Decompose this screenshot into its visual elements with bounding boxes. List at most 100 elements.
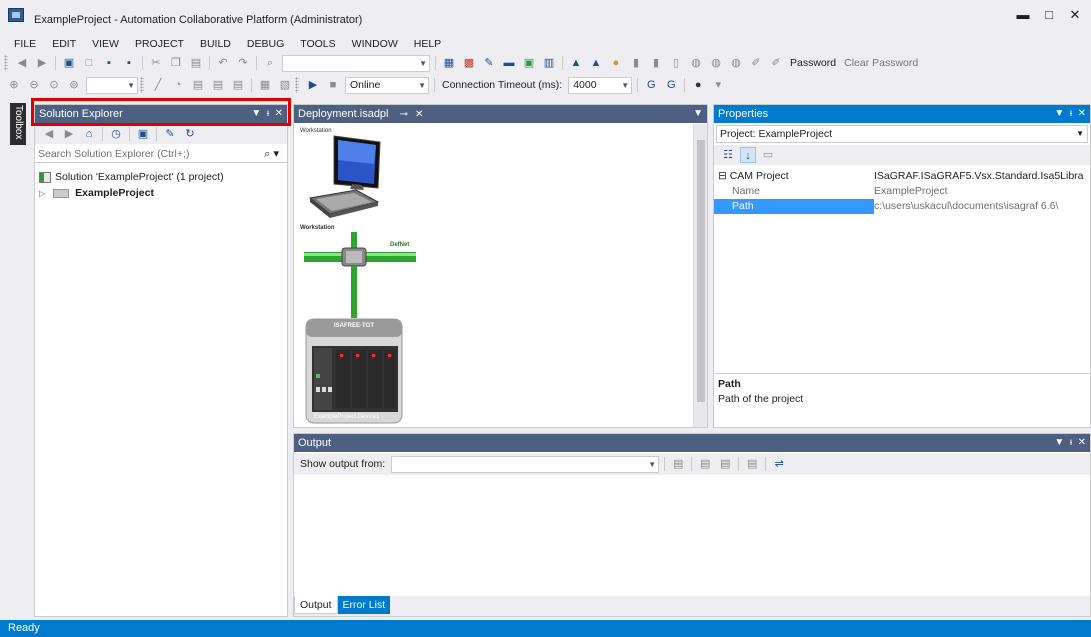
prev-message-icon[interactable]: ▤ <box>697 456 713 472</box>
menu-tools[interactable]: TOOLS <box>292 38 343 50</box>
device-icon[interactable]: ▬ <box>501 55 517 71</box>
scrollbar-thumb[interactable] <box>697 140 705 402</box>
cut-icon[interactable]: ✂ <box>148 55 164 71</box>
minimize-button[interactable]: ▬ <box>1011 5 1035 25</box>
pin-icon[interactable]: ᵻ <box>1070 108 1072 119</box>
menu-debug[interactable]: DEBUG <box>239 38 292 50</box>
word-wrap-icon[interactable]: ⇌ <box>771 456 787 472</box>
menu-help[interactable]: HELP <box>406 38 449 50</box>
property-pages-icon[interactable]: ▭ <box>760 147 776 163</box>
clear-password-button[interactable]: Clear Password <box>844 57 918 69</box>
save-icon[interactable]: ▪ <box>101 55 117 71</box>
alphabetical-icon[interactable]: ↓ <box>740 147 756 163</box>
tab-error-list[interactable]: Error List <box>337 596 391 614</box>
tree-item-solution[interactable]: Solution 'ExampleProject' (1 project) <box>39 171 224 183</box>
find-combo[interactable]: ▼ <box>282 54 430 72</box>
solution-search-input[interactable]: Search Solution Explorer (Ctrl+;) ⌕ ▾ <box>35 145 287 163</box>
tab-output[interactable]: Output <box>294 596 338 614</box>
deployment-tab[interactable]: Deployment.isadpl ⊸ ✕ ▼ <box>294 105 707 123</box>
forward-icon[interactable]: ▶ <box>61 126 77 142</box>
back-icon[interactable]: ◀ <box>41 126 57 142</box>
add-item-icon[interactable]: □ <box>81 55 97 71</box>
deploy-icon[interactable]: ▲ <box>568 55 584 71</box>
chevron-down-icon[interactable]: ▾ <box>710 77 726 93</box>
save-all-icon[interactable]: ▪ <box>121 55 137 71</box>
align-left-icon[interactable]: ▤ <box>190 77 206 93</box>
menu-file[interactable]: FILE <box>6 38 44 50</box>
close-button[interactable]: ✕ <box>1063 5 1087 25</box>
pen-icon[interactable]: ✐ <box>748 55 764 71</box>
show-all-icon[interactable]: ▣ <box>135 126 151 142</box>
grid-icon[interactable]: ▦ <box>257 77 273 93</box>
sync-icon[interactable]: ◷ <box>108 126 124 142</box>
password-button[interactable]: Password <box>790 57 836 69</box>
toolbox-label[interactable]: Toolbox <box>13 105 24 139</box>
close-icon[interactable]: ✕ <box>415 109 423 120</box>
new-project-icon[interactable]: ▣ <box>61 55 77 71</box>
close-icon[interactable]: ✕ <box>1078 108 1086 119</box>
menu-window[interactable]: WINDOW <box>344 38 406 50</box>
format-icon[interactable]: ▤ <box>230 77 246 93</box>
layout-icon[interactable]: ▥ <box>541 55 557 71</box>
toolbar-grip[interactable] <box>4 55 8 71</box>
download-icon[interactable]: ▲ <box>588 55 604 71</box>
menu-build[interactable]: BUILD <box>192 38 239 50</box>
build-icon[interactable]: ▩ <box>461 55 477 71</box>
comment-icon[interactable]: ◔ <box>170 77 186 93</box>
chevron-down-icon[interactable]: ▼ <box>648 457 656 472</box>
tool-e-icon[interactable]: ◍ <box>728 55 744 71</box>
chevron-down-icon[interactable]: ▼ <box>693 105 703 123</box>
connection-timeout-combo[interactable]: 4000 ▼ <box>568 76 633 94</box>
paste-icon[interactable]: ▤ <box>188 55 204 71</box>
clear-all-icon[interactable]: ▤ <box>744 456 760 472</box>
output-header[interactable]: Output ▼ ᵻ ✕ <box>294 434 1090 452</box>
align-right-icon[interactable]: ▤ <box>210 77 226 93</box>
online-combo[interactable]: Online ▼ <box>345 76 429 94</box>
stop-icon[interactable]: ■ <box>325 77 341 93</box>
lock-icon[interactable]: ▮ <box>628 55 644 71</box>
pin-icon[interactable]: ᵻ <box>1070 437 1072 448</box>
deployment-canvas[interactable]: Workstation Workstation DefNet ISAFREE-T… <box>294 124 692 427</box>
zoom-combo[interactable]: ▼ <box>86 76 138 94</box>
property-row-name[interactable]: Name ExampleProject <box>714 184 1090 199</box>
chevron-down-icon[interactable]: ▼ <box>621 78 629 93</box>
find-icon[interactable]: ⌕ <box>262 55 278 71</box>
output-source-select[interactable]: ▼ <box>391 455 660 473</box>
home-icon[interactable]: ⌂ <box>81 126 97 142</box>
menu-project[interactable]: PROJECT <box>127 38 192 50</box>
pen-alt-icon[interactable]: ✐ <box>768 55 784 71</box>
network-icon[interactable]: ▣ <box>521 55 537 71</box>
zoom-fit-icon[interactable]: ⊚ <box>66 77 82 93</box>
categorized-icon[interactable]: ☷ <box>720 147 736 163</box>
vertical-scrollbar[interactable] <box>693 124 707 427</box>
zoom-in-icon[interactable]: ⊕ <box>6 77 22 93</box>
draw-icon[interactable]: ╱ <box>150 77 166 93</box>
expand-arrow-icon[interactable]: ▷ <box>39 189 45 198</box>
connect-icon[interactable]: G <box>643 77 659 93</box>
computer-icon[interactable] <box>308 135 381 218</box>
properties-icon[interactable]: ✎ <box>162 126 178 142</box>
refresh-icon[interactable]: ↻ <box>182 126 198 142</box>
tree-item-project[interactable]: ▷ ExampleProject <box>39 187 154 199</box>
chevron-down-icon[interactable]: ▼ <box>1076 126 1084 142</box>
play-icon[interactable]: ▶ <box>305 77 321 93</box>
close-icon[interactable]: ✕ <box>1078 437 1086 448</box>
find-message-icon[interactable]: ▤ <box>670 456 686 472</box>
maximize-button[interactable]: □ <box>1037 5 1061 25</box>
user-icon[interactable]: ● <box>608 55 624 71</box>
users-icon[interactable]: ● <box>690 77 706 93</box>
tool-b-icon[interactable]: ▯ <box>668 55 684 71</box>
snap-icon[interactable]: ▧ <box>277 77 293 93</box>
property-row-path[interactable]: Path c:\users\uskacul\documents\isagraf … <box>714 199 1090 214</box>
zoom-icon[interactable]: ⊙ <box>46 77 62 93</box>
properties-header[interactable]: Properties ▼ ᵻ ✕ <box>714 105 1090 123</box>
back-icon[interactable]: ◀ <box>14 55 30 71</box>
property-row-cam-project[interactable]: ⊟ CAM Project ISaGRAF.ISaGRAF5.Vsx.Stand… <box>714 169 1090 184</box>
chevron-down-icon[interactable]: ▼ <box>418 78 426 93</box>
tool-d-icon[interactable]: ◍ <box>708 55 724 71</box>
disconnect-icon[interactable]: G <box>663 77 679 93</box>
plc-device-icon[interactable] <box>305 318 403 424</box>
menu-edit[interactable]: EDIT <box>44 38 84 50</box>
properties-object-select[interactable]: Project: ExampleProject ▼ <box>716 125 1088 143</box>
chevron-down-icon[interactable]: ▼ <box>419 56 427 71</box>
